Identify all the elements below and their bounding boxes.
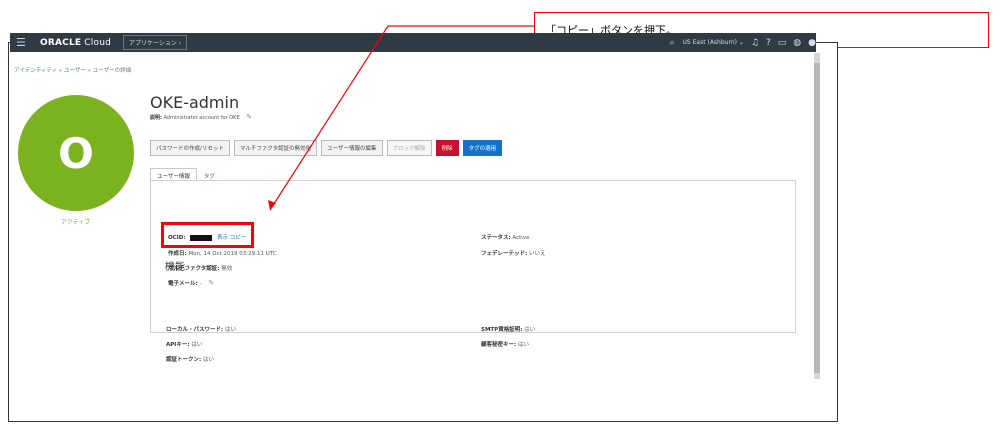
annotation-arrow [268, 25, 534, 211]
arrow-line [269, 25, 534, 211]
